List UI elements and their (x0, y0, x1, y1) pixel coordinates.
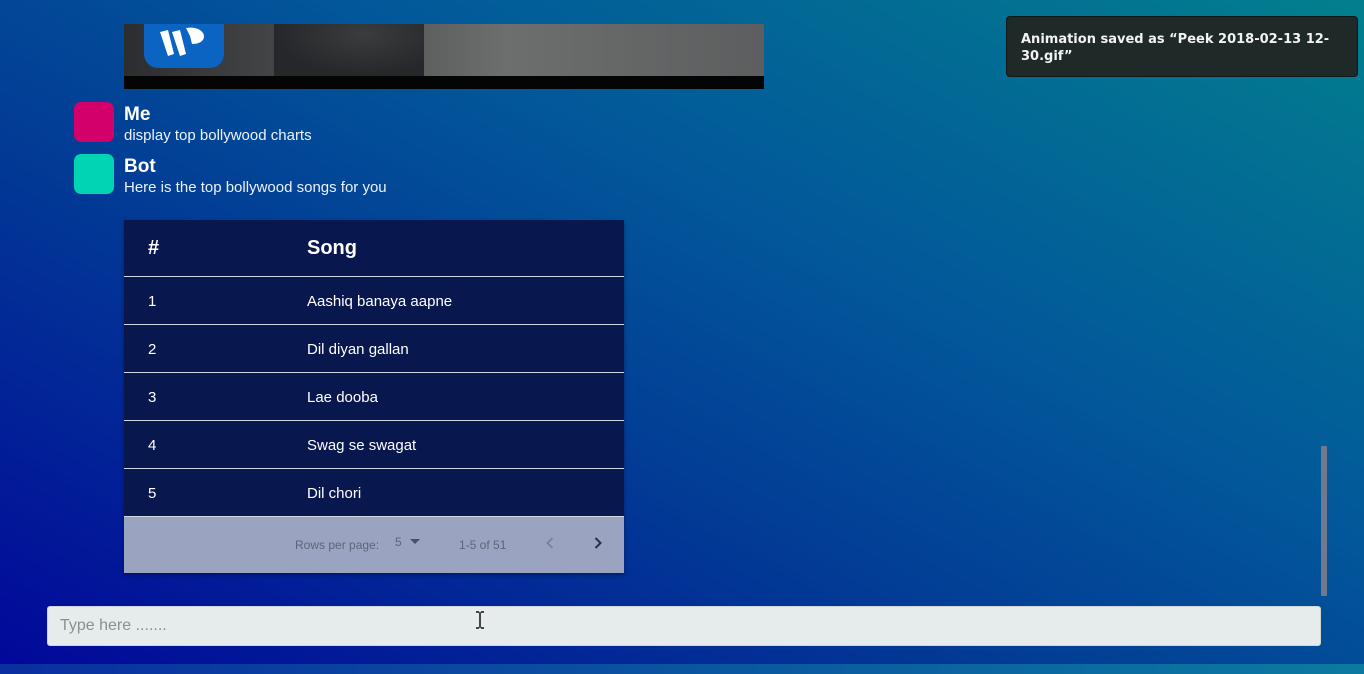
rank-cell: 2 (148, 341, 157, 358)
rank-cell: 4 (148, 437, 157, 454)
chevron-left-icon (546, 537, 554, 549)
text-cursor-icon (476, 611, 484, 629)
next-page-button[interactable] (586, 531, 610, 555)
table-row[interactable]: 2 Dil diyan gallan (124, 325, 624, 373)
toast-message: Animation saved as “Peek 2018-02-13 12-3… (1021, 32, 1330, 64)
table-pagination: Rows per page: 5 1-5 of 51 (124, 517, 624, 573)
table-row[interactable]: 5 Dil chori (124, 469, 624, 517)
songs-table: # Song 1 Aashiq banaya aapne 2 Dil diyan… (124, 220, 624, 573)
song-cell: Dil diyan gallan (307, 341, 409, 358)
caret-down-icon[interactable] (410, 539, 420, 544)
prev-page-button[interactable] (538, 531, 562, 555)
warner-music-logo-icon (144, 24, 224, 68)
toast-notification[interactable]: Animation saved as “Peek 2018-02-13 12-3… (1006, 16, 1358, 77)
bottom-strip (0, 664, 1364, 674)
column-header-rank[interactable]: # (148, 237, 159, 260)
avatar-me (74, 102, 114, 142)
message-sender: Me (124, 104, 151, 125)
message-input[interactable] (47, 606, 1321, 646)
chevron-right-icon (594, 537, 602, 549)
column-header-song[interactable]: Song (307, 237, 357, 260)
song-cell: Aashiq banaya aapne (307, 293, 453, 310)
table-row[interactable]: 4 Swag se swagat (124, 421, 624, 469)
song-cell: Swag se swagat (307, 437, 417, 454)
scrollbar-thumb[interactable] (1321, 446, 1327, 596)
message-text: Here is the top bollywood songs for you (124, 179, 387, 196)
table-header-row: # Song (124, 220, 624, 277)
media-control-bar (124, 76, 764, 89)
rows-per-page-label: Rows per page: (295, 538, 380, 552)
rank-cell: 5 (148, 485, 157, 502)
media-preview[interactable] (124, 24, 764, 89)
song-cell: Lae dooba (307, 389, 378, 406)
song-cell: Dil chori (307, 485, 362, 502)
message-text: display top bollywood charts (124, 127, 312, 144)
message-sender: Bot (124, 156, 156, 177)
pagination-range: 1-5 of 51 (459, 538, 507, 552)
table-row[interactable]: 3 Lae dooba (124, 373, 624, 421)
avatar-bot (74, 154, 114, 194)
rank-cell: 1 (148, 293, 157, 310)
rank-cell: 3 (148, 389, 157, 406)
table-row[interactable]: 1 Aashiq banaya aapne (124, 277, 624, 325)
rows-per-page-select[interactable]: 5 (395, 535, 402, 549)
media-figure (274, 24, 424, 76)
